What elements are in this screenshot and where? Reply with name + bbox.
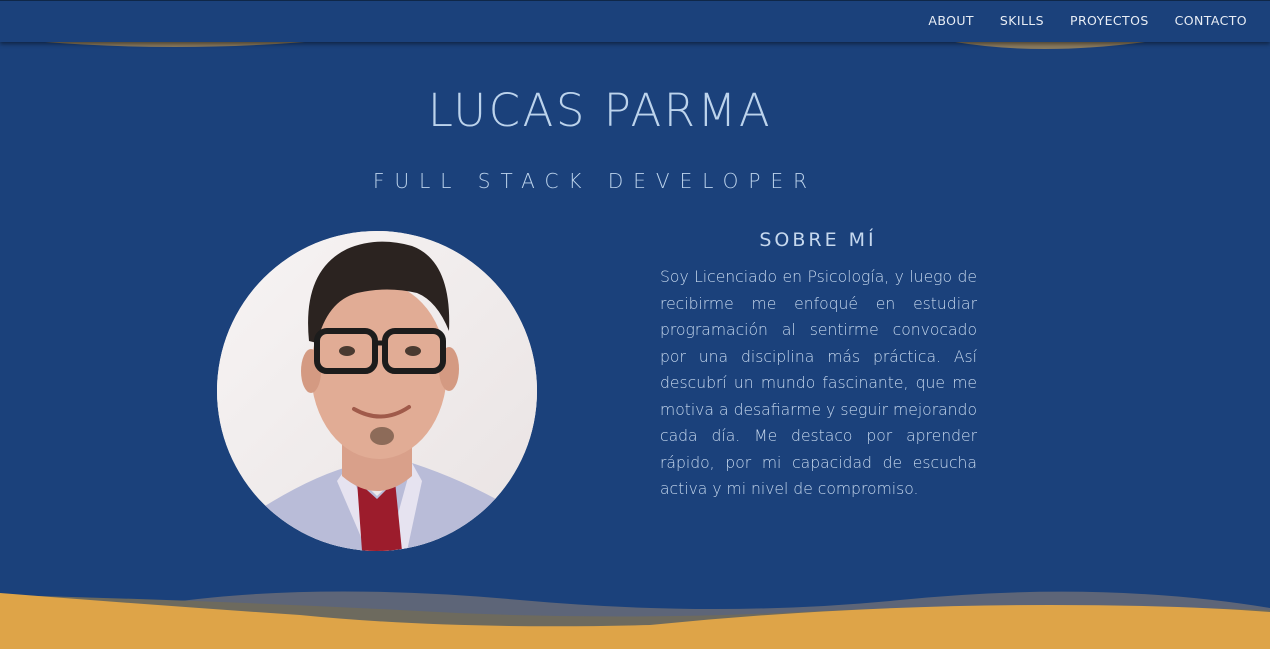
about-title: SOBRE MÍ — [759, 229, 877, 251]
nav-link-contacto[interactable]: CONTACTO — [1175, 13, 1247, 28]
nav-link-skills[interactable]: SKILLS — [1000, 13, 1044, 28]
profile-photo — [217, 231, 537, 551]
bottom-wave-decoration — [0, 591, 1270, 649]
page: ABOUT SKILLS PROYECTOS CONTACTO LUCAS PA… — [0, 0, 1270, 649]
about-text: Soy Licenciado en Psicología, y luego de… — [660, 268, 977, 498]
nav-links: ABOUT SKILLS PROYECTOS CONTACTO — [902, 13, 1247, 28]
hero-role: FULL STACK DEVELOPER — [372, 169, 818, 193]
nav-link-proyectos[interactable]: PROYECTOS — [1070, 13, 1149, 28]
nav-link-about[interactable]: ABOUT — [928, 13, 974, 28]
hero-name: LUCAS PARMA — [427, 84, 773, 137]
top-navbar: ABOUT SKILLS PROYECTOS CONTACTO — [0, 0, 1270, 42]
